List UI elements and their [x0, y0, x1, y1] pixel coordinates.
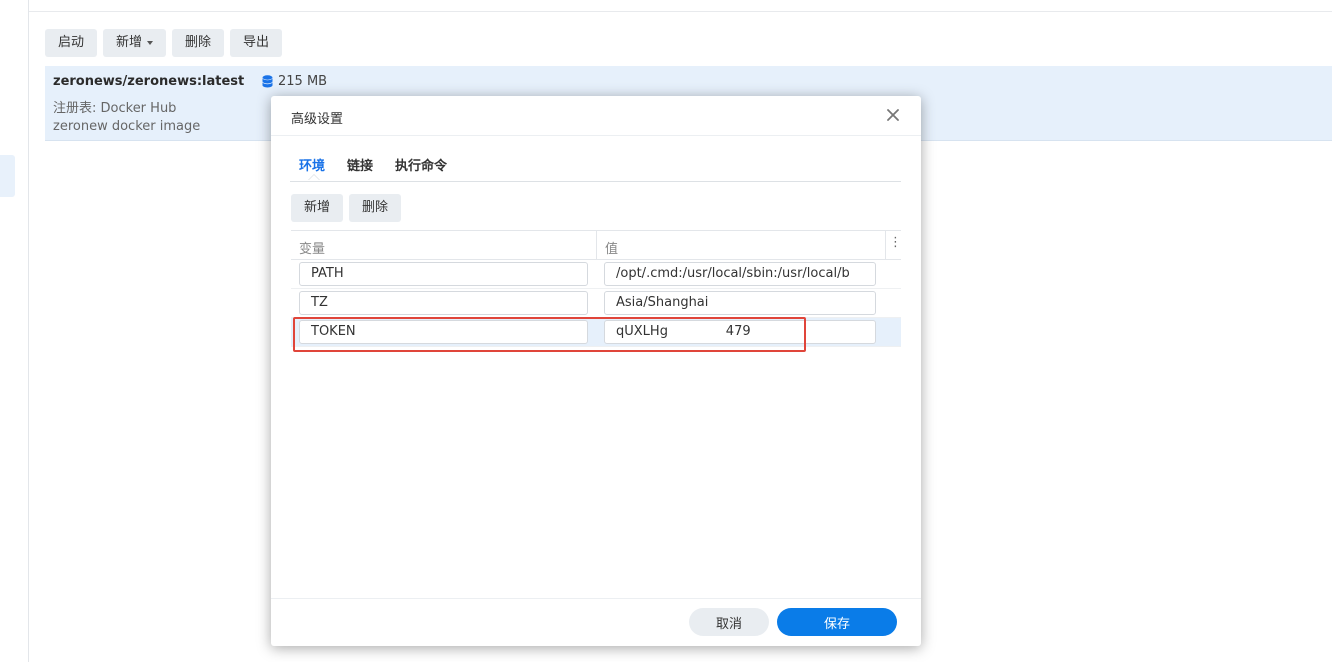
caret-down-icon — [147, 40, 154, 45]
main-toolbar: 启动 新增 删除 导出 — [45, 29, 283, 57]
save-button[interactable]: 保存 — [777, 608, 897, 636]
table-row[interactable]: TZ Asia/Shanghai — [291, 289, 901, 318]
page: 启动 新增 删除 导出 zeronews/zeronews:latest 215… — [0, 0, 1332, 662]
add-button-label: 新增 — [116, 35, 143, 50]
env-toolbar: 新增 删除 — [291, 194, 402, 222]
variable-value-input[interactable]: Asia/Shanghai — [604, 291, 876, 315]
dialog-tabs: 环境 链接 执行命令 — [290, 152, 901, 182]
export-button[interactable]: 导出 — [230, 29, 283, 57]
add-variable-button[interactable]: 新增 — [291, 194, 344, 222]
image-size: 215 MB — [262, 74, 327, 89]
variable-value-input[interactable]: /opt/.cmd:/usr/local/sbin:/usr/local/b — [604, 262, 876, 286]
left-sidebar — [0, 0, 29, 662]
dialog-header: 高级设置 — [271, 96, 921, 136]
image-size-value: 215 MB — [278, 74, 328, 89]
dialog-footer: 取消 保存 — [271, 598, 921, 646]
tab-links[interactable]: 链接 — [347, 155, 373, 174]
variable-key-input[interactable]: PATH — [299, 262, 588, 286]
sidebar-active-marker[interactable] — [0, 155, 15, 197]
delete-button[interactable]: 删除 — [172, 29, 225, 57]
table-header: 变量 值 ⋮ — [291, 230, 902, 260]
database-icon — [262, 75, 273, 88]
more-options-icon[interactable]: ⋮ — [889, 235, 902, 250]
cancel-button[interactable]: 取消 — [689, 608, 769, 636]
active-tab-indicator — [308, 174, 320, 180]
column-header-value[interactable]: 值 — [605, 238, 618, 257]
column-header-variable[interactable]: 变量 — [299, 238, 325, 257]
add-dropdown-button[interactable]: 新增 — [103, 29, 167, 57]
start-button[interactable]: 启动 — [45, 29, 98, 57]
image-description: zeronew docker image — [53, 119, 201, 134]
divider — [29, 11, 1332, 12]
column-divider — [596, 231, 597, 260]
column-divider — [885, 231, 886, 260]
image-registry: 注册表: Docker Hub — [53, 101, 177, 116]
image-name: zeronews/zeronews:latest — [53, 74, 245, 89]
delete-variable-button[interactable]: 删除 — [349, 194, 402, 222]
table-row[interactable]: PATH /opt/.cmd:/usr/local/sbin:/usr/loca… — [291, 260, 901, 289]
advanced-settings-dialog: 高级设置 环境 链接 执行命令 新增 删除 变量 值 ⋮ PATH /opt/.… — [271, 96, 921, 646]
close-icon[interactable] — [885, 107, 901, 123]
annotation-highlight-box — [293, 317, 806, 352]
dialog-title: 高级设置 — [291, 112, 344, 127]
tab-execute-command[interactable]: 执行命令 — [395, 155, 447, 174]
variable-key-input[interactable]: TZ — [299, 291, 588, 315]
tab-environment[interactable]: 环境 — [299, 155, 325, 174]
